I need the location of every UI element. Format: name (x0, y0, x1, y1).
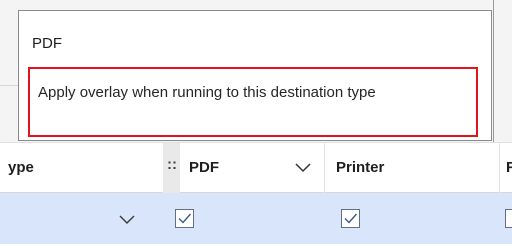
column-drag-handle[interactable]: :: (163, 143, 180, 193)
checkmark-icon (344, 213, 358, 224)
background-divider (0, 85, 18, 86)
pdf-checkbox[interactable] (175, 209, 194, 228)
chevron-down-icon[interactable] (295, 159, 311, 175)
printer-checkbox[interactable] (341, 209, 360, 228)
table-row-selected[interactable] (0, 193, 512, 244)
tooltip-title: PDF (32, 35, 62, 52)
column-header-pdf[interactable]: PDF (180, 143, 325, 193)
column-header-label: PDF (189, 159, 219, 176)
page: PDF Apply overlay when running to this d… (0, 0, 512, 248)
column-header-label: F (506, 159, 512, 176)
background-border (493, 0, 494, 142)
tooltip-description: Apply overlay when running to this desti… (38, 84, 376, 101)
drag-handle-icon: :: (167, 156, 177, 173)
column-header-label: ype (8, 159, 34, 176)
column-tooltip: PDF Apply overlay when running to this d… (18, 10, 492, 141)
column-header-printer[interactable]: Printer (325, 143, 500, 193)
column-header-type[interactable]: ype (0, 143, 163, 193)
bottom-strip (0, 244, 512, 248)
checkmark-icon (178, 213, 192, 224)
chevron-down-icon[interactable] (118, 210, 136, 228)
tooltip-description-highlight: Apply overlay when running to this desti… (28, 67, 478, 137)
next-column-checkbox[interactable] (505, 209, 512, 228)
column-header-label: Printer (336, 159, 385, 176)
column-header-next[interactable]: F (500, 143, 512, 193)
grid-header-row: ype :: PDF Printer F (0, 142, 512, 193)
